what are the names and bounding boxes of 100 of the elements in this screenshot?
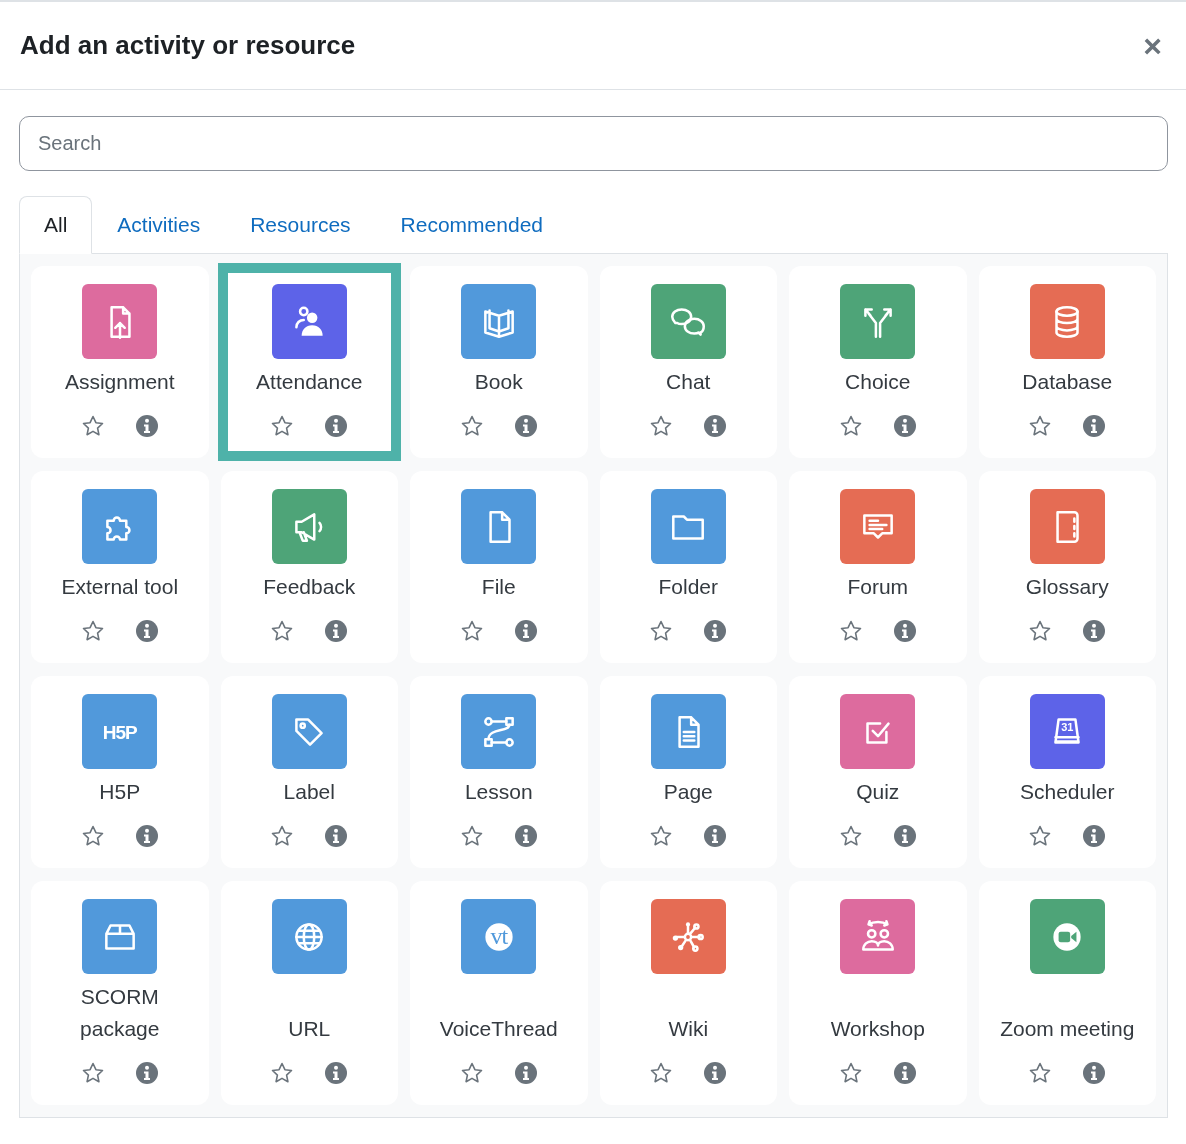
activity-name: Quiz [856, 779, 900, 805]
info-icon[interactable] [513, 824, 538, 848]
search-field[interactable]: Search [19, 116, 1168, 171]
activity-card[interactable]: Book [410, 266, 588, 458]
activity-name: Book [474, 369, 523, 395]
info-icon[interactable] [1082, 1061, 1107, 1085]
info-icon[interactable] [324, 619, 349, 643]
star-icon[interactable] [649, 1061, 674, 1085]
star-icon[interactable] [1028, 1061, 1053, 1085]
info-icon[interactable] [1082, 414, 1107, 438]
activity-name: Attendance [256, 369, 363, 395]
info-icon[interactable] [1082, 824, 1107, 848]
activity-card[interactable]: Database [978, 266, 1156, 458]
info-icon[interactable] [703, 824, 728, 848]
activity-card[interactable]: vt VoiceThread [410, 881, 588, 1105]
star-icon[interactable] [1028, 414, 1053, 438]
star-icon[interactable] [649, 619, 674, 643]
activity-card[interactable]: Choice [789, 266, 967, 458]
activity-name: Choice [845, 369, 911, 395]
close-button[interactable]: × [1139, 29, 1166, 62]
star-icon[interactable] [459, 619, 484, 643]
info-icon[interactable] [1082, 619, 1107, 643]
star-icon[interactable] [459, 824, 484, 848]
activity-name: Assignment [64, 369, 175, 395]
activity-card[interactable]: Assignment [31, 266, 209, 458]
activity-card[interactable]: Lesson [410, 676, 588, 868]
info-icon[interactable] [134, 824, 159, 848]
icon-text: H5P [102, 722, 137, 741]
star-icon[interactable] [838, 414, 863, 438]
info-icon[interactable] [134, 619, 159, 643]
info-icon[interactable] [324, 824, 349, 848]
activity-name: Forum [847, 574, 909, 600]
activity-name: Database [1022, 369, 1113, 395]
activity-name: Workshop [830, 1016, 925, 1042]
activity-card[interactable]: Label [220, 676, 398, 868]
activity-card[interactable]: Feedback [220, 471, 398, 663]
info-icon[interactable] [324, 1061, 349, 1085]
star-icon[interactable] [838, 1061, 863, 1085]
star-icon[interactable] [459, 1061, 484, 1085]
info-icon[interactable] [703, 1061, 728, 1085]
activity-name: SCORM package [79, 984, 161, 1042]
info-icon[interactable] [513, 414, 538, 438]
star-icon[interactable] [80, 1061, 105, 1085]
star-icon[interactable] [80, 414, 105, 438]
star-icon[interactable] [649, 824, 674, 848]
star-icon[interactable] [270, 619, 295, 643]
info-icon[interactable] [134, 1061, 159, 1085]
info-icon[interactable] [134, 414, 159, 438]
activity-card[interactable]: Page [599, 676, 777, 868]
info-icon[interactable] [892, 824, 917, 848]
activity-name: External tool [61, 574, 179, 600]
info-icon[interactable] [703, 619, 728, 643]
info-icon[interactable] [892, 619, 917, 643]
star-icon[interactable] [270, 824, 295, 848]
activity-card[interactable]: SCORM package [31, 881, 209, 1105]
star-icon[interactable] [649, 414, 674, 438]
star-icon[interactable] [270, 1061, 295, 1085]
activity-name: Folder [658, 574, 718, 600]
star-icon[interactable] [1028, 619, 1053, 643]
activity-card[interactable]: H5P H5P [31, 676, 209, 868]
star-icon[interactable] [270, 414, 295, 438]
activity-card[interactable]: Glossary [978, 471, 1156, 663]
activity-card[interactable]: Folder [599, 471, 777, 663]
info-icon[interactable] [892, 414, 917, 438]
info-icon[interactable] [324, 414, 349, 438]
info-icon[interactable] [513, 619, 538, 643]
activity-name: Lesson [464, 779, 533, 805]
activity-name: Feedback [263, 574, 356, 600]
tab[interactable]: All [19, 196, 93, 254]
activity-card[interactable]: Chat [599, 266, 777, 458]
star-icon[interactable] [80, 619, 105, 643]
star-icon[interactable] [838, 619, 863, 643]
activity-name: H5P [99, 779, 141, 805]
activity-card[interactable]: Wiki [599, 881, 777, 1105]
activity-card[interactable]: Quiz [789, 676, 967, 868]
star-icon[interactable] [1028, 824, 1053, 848]
info-icon[interactable] [513, 1061, 538, 1085]
info-icon[interactable] [892, 1061, 917, 1085]
activity-card[interactable]: External tool [31, 471, 209, 663]
activity-card[interactable]: Forum [789, 471, 967, 663]
tab[interactable]: Resources [225, 196, 376, 254]
activity-card[interactable]: Workshop [789, 881, 967, 1105]
activity-card[interactable]: Attendance [220, 266, 398, 458]
activity-name: Scheduler [1019, 779, 1115, 805]
icon-text: vt [490, 923, 508, 948]
activity-card[interactable]: Zoom meeting [978, 881, 1156, 1105]
info-icon[interactable] [703, 414, 728, 438]
activity-card[interactable]: URL [220, 881, 398, 1105]
dialog-title: Add an activity or resource [20, 30, 356, 61]
activity-card[interactable]: File [410, 471, 588, 663]
activity-name: Glossary [1025, 574, 1109, 600]
tab[interactable]: Activities [92, 196, 226, 254]
star-icon[interactable] [80, 824, 105, 848]
star-icon[interactable] [459, 414, 484, 438]
activity-name: Page [663, 779, 713, 805]
activity-name: VoiceThread [439, 1016, 558, 1042]
star-icon[interactable] [838, 824, 863, 848]
activity-name: Chat [666, 369, 711, 395]
activity-card[interactable]: 31 Scheduler [978, 676, 1156, 868]
tab[interactable]: Recommended [375, 196, 568, 254]
